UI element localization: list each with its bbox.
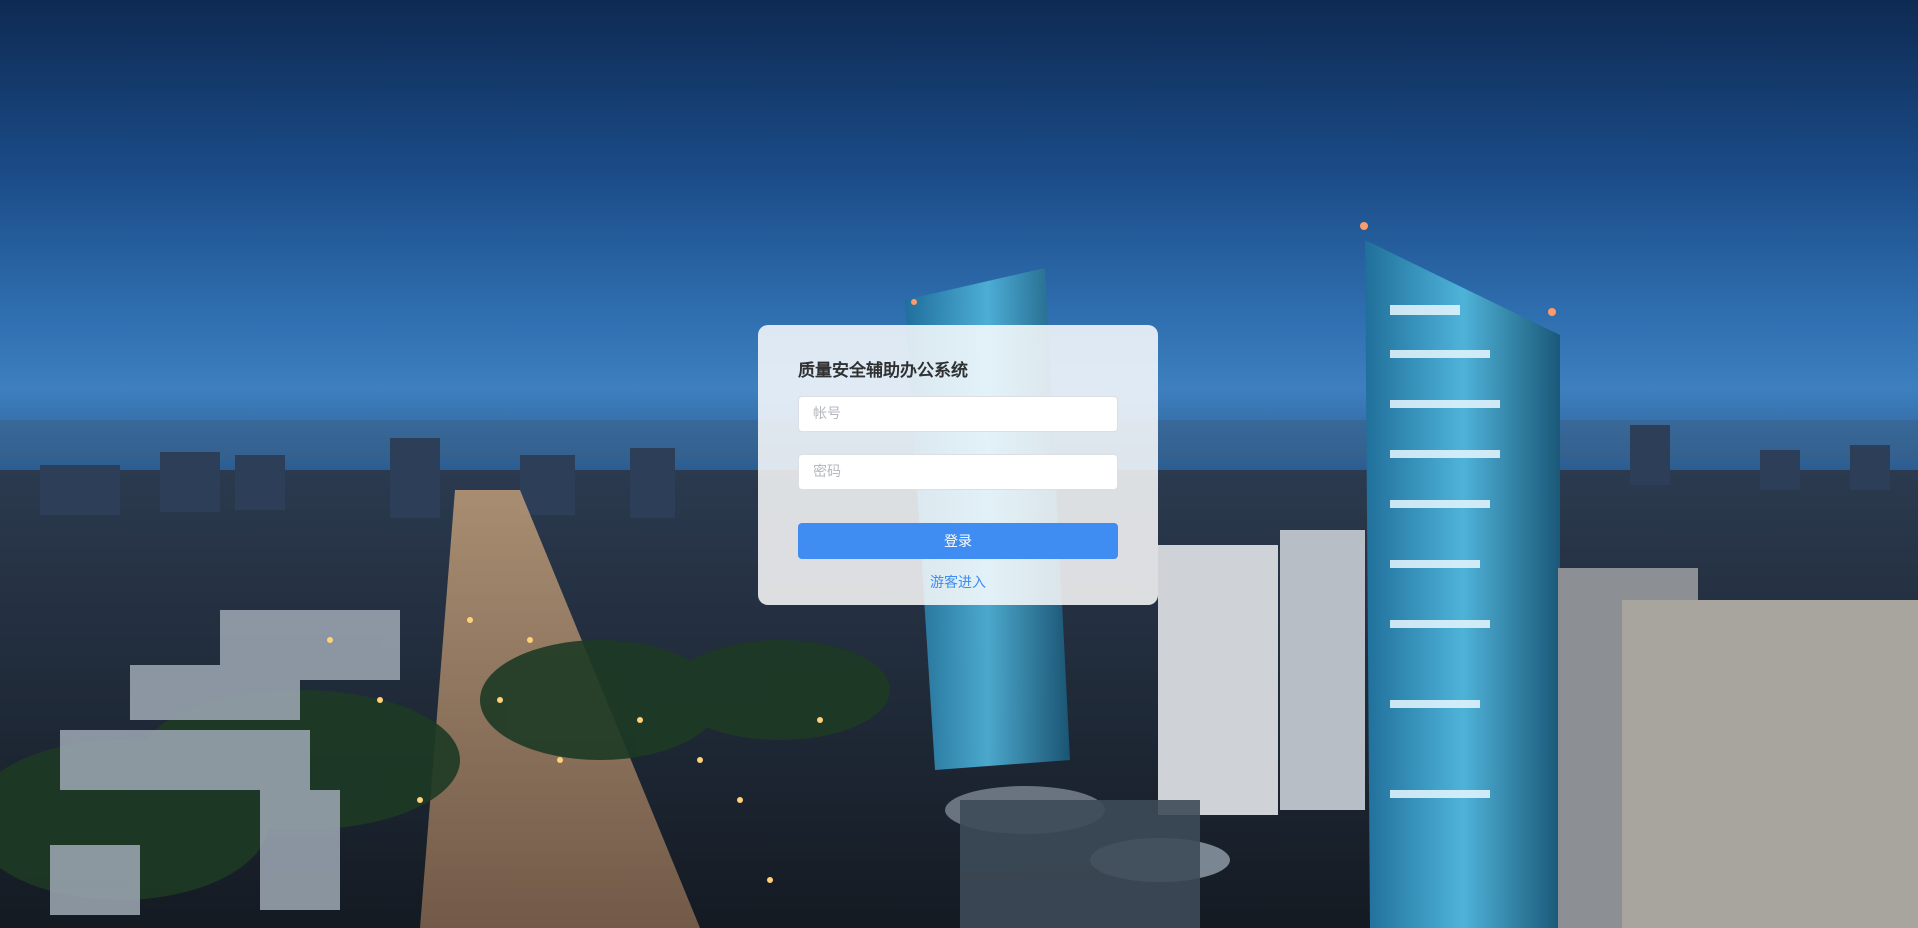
login-button[interactable]: 登录 bbox=[798, 523, 1118, 559]
account-input[interactable] bbox=[798, 396, 1118, 432]
password-input[interactable] bbox=[798, 454, 1118, 490]
guest-entry-link[interactable]: 游客进入 bbox=[798, 572, 1118, 592]
system-title: 质量安全辅助办公系统 bbox=[798, 361, 968, 381]
login-card: 质量安全辅助办公系统 登录 游客进入 bbox=[758, 325, 1158, 605]
